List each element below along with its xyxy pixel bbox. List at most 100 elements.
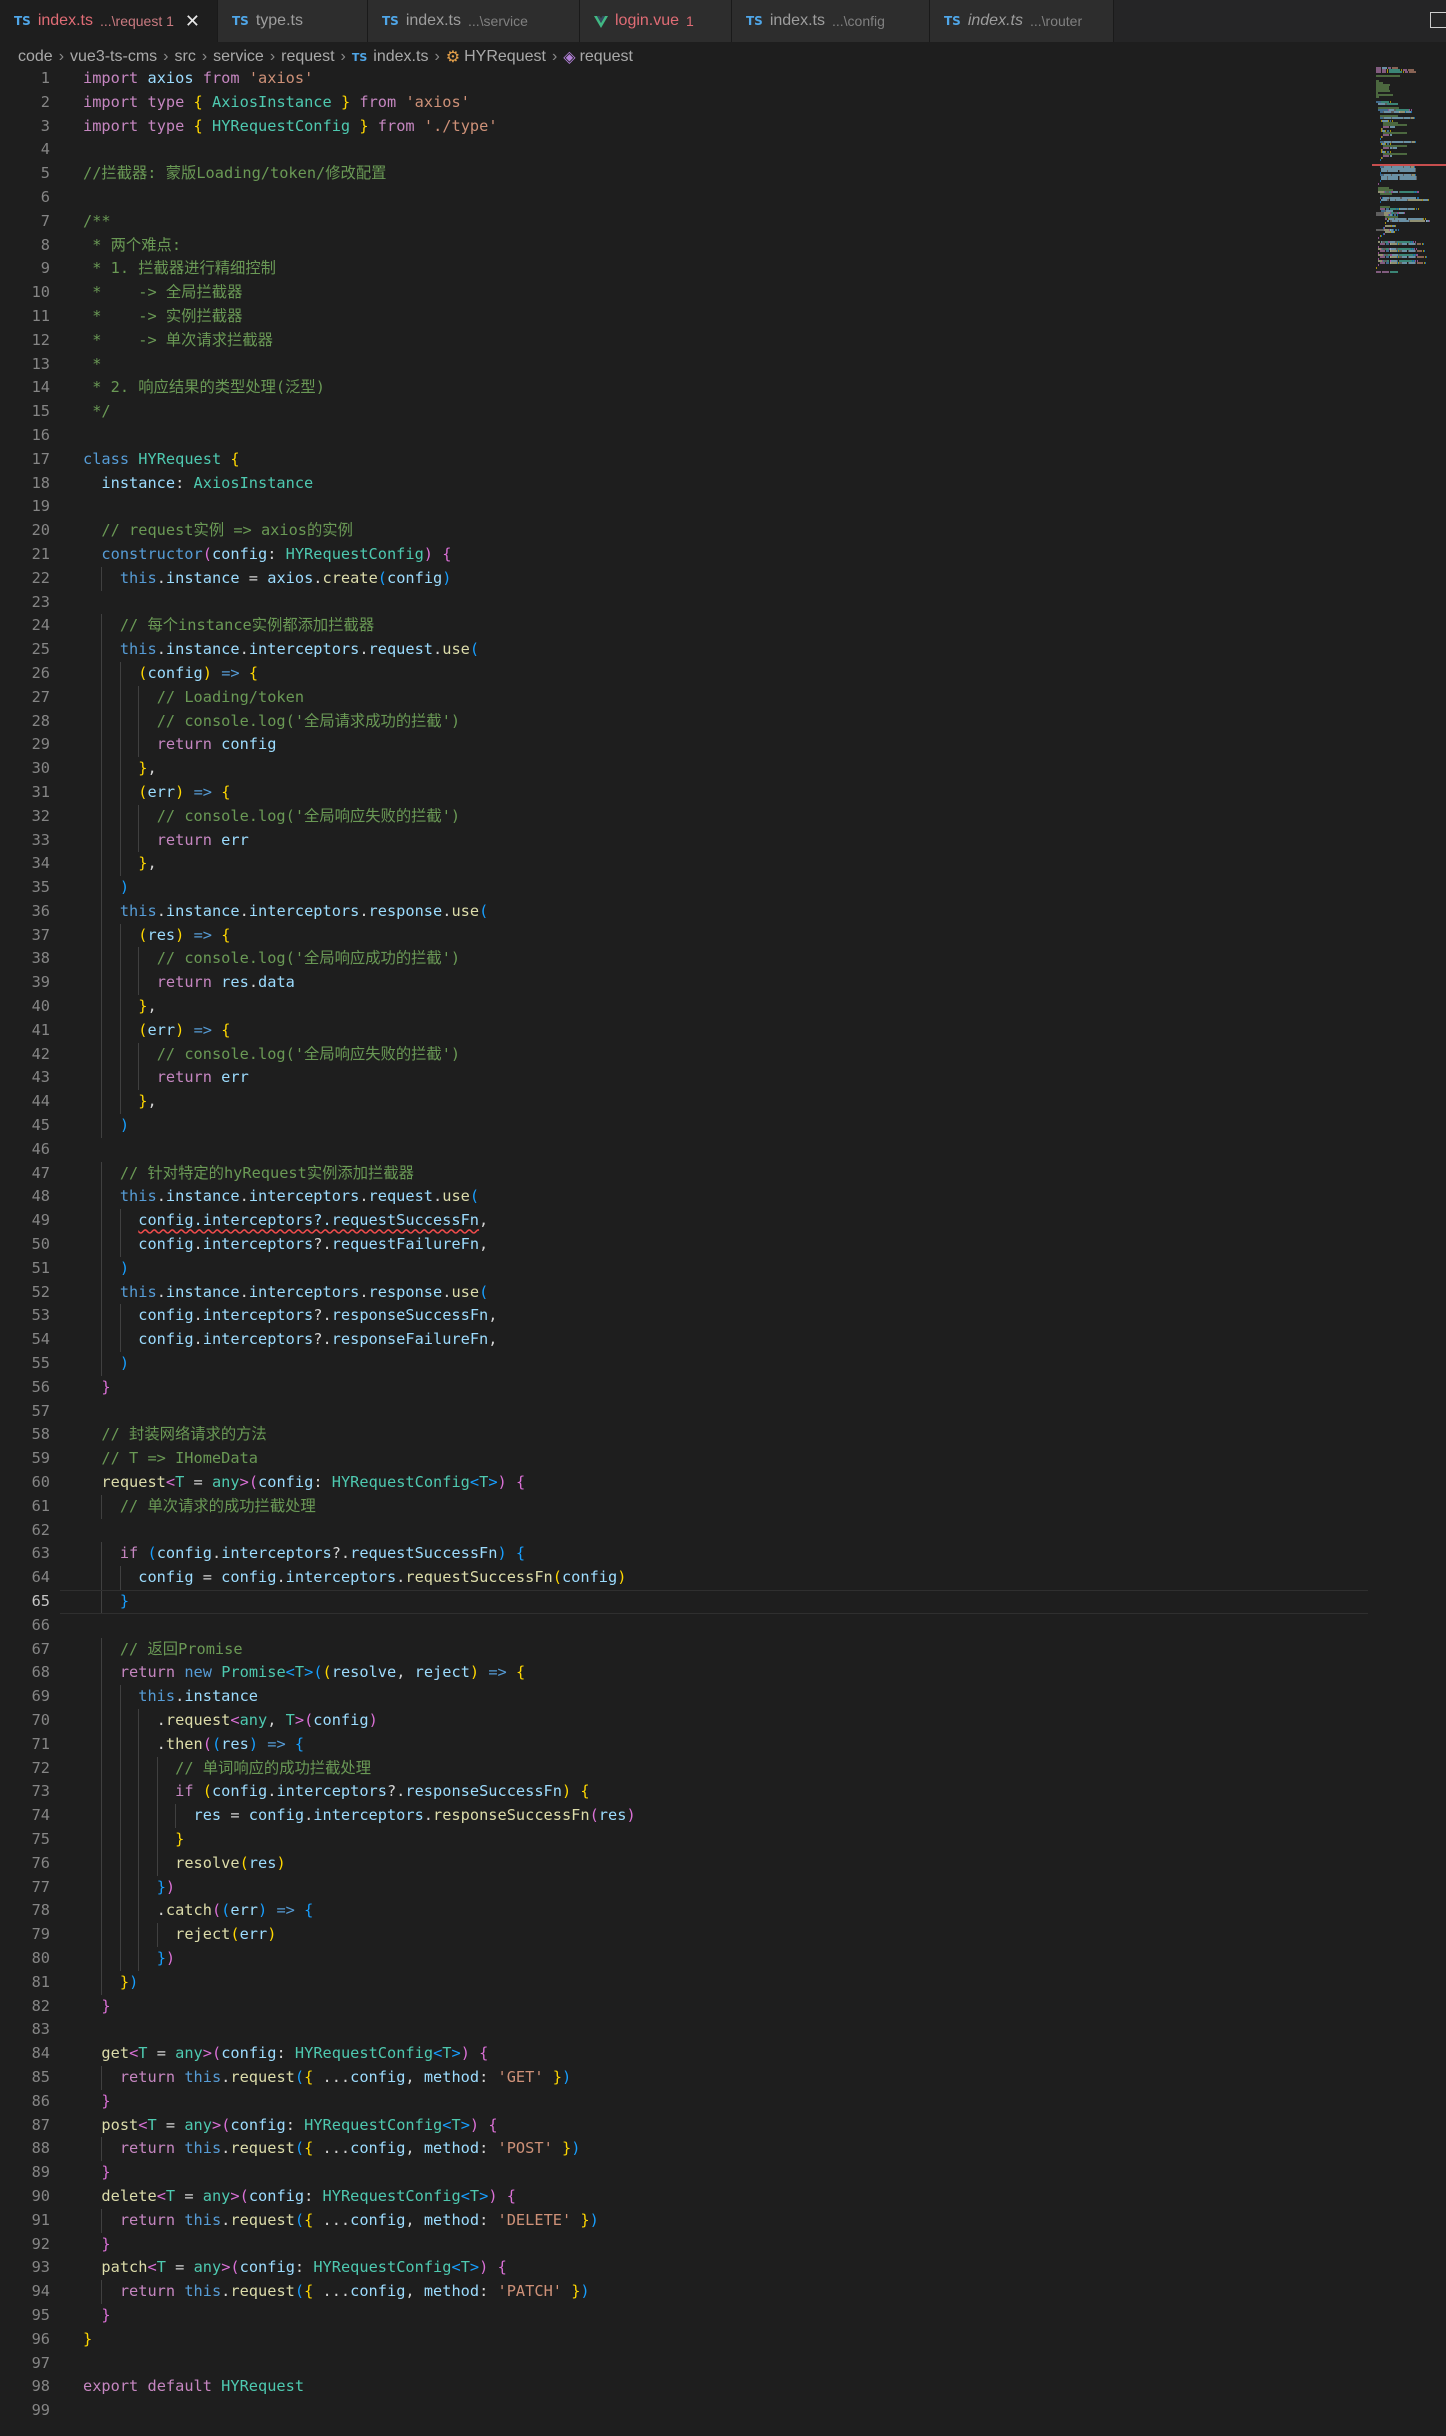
minimap-token [1379, 180, 1381, 183]
breadcrumb-item[interactable]: code [18, 48, 53, 66]
code-text: delete<T = any>(config: HYRequestConfig<… [83, 2185, 516, 2209]
code-token: request [230, 2282, 295, 2301]
code-token: HYRequest [138, 449, 222, 468]
code-token: response [368, 901, 443, 920]
code-token: > [239, 1473, 249, 1492]
chevron-right-icon: › [434, 48, 440, 65]
line-number: 86 [31, 2091, 50, 2110]
code-token: => [193, 782, 212, 801]
breadcrumb-item[interactable]: vue3-ts-cms [70, 48, 157, 66]
code-line: 13 * [0, 353, 1380, 377]
minimap-token [1424, 262, 1426, 265]
minimap-token [1383, 146, 1389, 149]
code-token: ... [313, 2210, 351, 2229]
breadcrumb-item[interactable]: index.ts [373, 48, 428, 66]
tab-5[interactable]: TS index.ts ...\router [930, 0, 1114, 42]
code-token: err [221, 1068, 249, 1087]
code-token: // console.log('全局响应失败的拦截') [156, 806, 461, 825]
code-token: , [267, 1710, 286, 1729]
tab-2[interactable]: TS index.ts ...\service [368, 0, 580, 42]
tab-4[interactable]: TS index.ts ...\config [732, 0, 930, 42]
breadcrumb-item[interactable]: src [174, 48, 195, 66]
code-line: 49 config.interceptors?.requestSuccessFn… [0, 1209, 1380, 1234]
breadcrumb-item[interactable]: service [213, 48, 264, 66]
code-token: ... [313, 2282, 351, 2301]
tab-0[interactable]: TS index.ts ...\request 1 ✕ [0, 0, 218, 42]
code-line: 62 [0, 1519, 1380, 1543]
code-token: config [561, 1568, 618, 1587]
code-token: } [119, 1972, 130, 1991]
code-line: 54 config.interceptors?.responseFailureF… [0, 1328, 1380, 1353]
code-token: // 每个instance实例都添加拦截器 [119, 616, 375, 635]
code-token: = [239, 568, 268, 587]
minimap[interactable] [1376, 67, 1436, 277]
code-token: interceptors [248, 901, 360, 920]
code-token: , [147, 854, 157, 873]
code-token: { [304, 2139, 314, 2158]
code-token: request [368, 640, 434, 659]
code-token: AxiosInstance [211, 92, 332, 111]
line-number: 60 [31, 1473, 50, 1492]
code-token: * -> 单次请求拦截器 [83, 330, 273, 349]
code-line: 4 [0, 138, 1380, 162]
code-token: request [368, 1187, 434, 1206]
code-text: * [83, 353, 101, 377]
code-text: config.interceptors?.requestSuccessFn, [83, 1209, 488, 1233]
code-token: = [193, 1568, 222, 1587]
tab-1[interactable]: TS type.ts [218, 0, 368, 42]
line-number: 31 [31, 782, 50, 801]
code-token: . [175, 1687, 185, 1706]
line-number: 51 [31, 1258, 50, 1277]
code-text: import axios from 'axios' [83, 67, 313, 91]
tab-3[interactable]: login.vue 1 [580, 0, 732, 42]
breadcrumb-item[interactable]: request [281, 48, 334, 66]
breadcrumb-item[interactable]: request [580, 48, 633, 66]
code-token: ) [276, 1853, 286, 1872]
code-token: config [387, 568, 443, 587]
line-number: 77 [31, 1877, 50, 1896]
close-icon[interactable]: ✕ [185, 11, 200, 32]
code-token: this [119, 1282, 157, 1301]
code-editor[interactable]: 1 import axios from 'axios' 2 import type {… [0, 67, 1380, 2423]
line-number: 18 [31, 473, 50, 492]
code-token: use [451, 901, 480, 920]
code-token: res [598, 1806, 627, 1825]
minimap-token [1389, 155, 1393, 158]
line-number: 96 [31, 2329, 50, 2348]
code-token: this [184, 2282, 222, 2301]
minimap-token [1425, 256, 1427, 258]
code-token: ) [165, 1948, 176, 1967]
code-text: ) [83, 1114, 129, 1138]
code-token: : [285, 2115, 305, 2134]
code-token: ?. [331, 1544, 351, 1563]
line-number: 83 [31, 2020, 50, 2039]
code-text: } [83, 1828, 184, 1852]
code-token: ) [442, 568, 452, 587]
code-token: ) [119, 878, 130, 897]
code-token: interceptors [313, 1806, 424, 1825]
line-number: 94 [31, 2282, 50, 2301]
split-editor-icon[interactable] [1430, 12, 1446, 28]
code-text: }, [83, 757, 156, 781]
line-number: 98 [31, 2377, 50, 2396]
code-token: T [175, 1473, 185, 1492]
code-token: default [147, 2377, 212, 2396]
code-text: if (config.interceptors?.requestSuccessF… [83, 1542, 525, 1566]
minimap-token [1394, 228, 1397, 231]
code-token: ?. [313, 1306, 332, 1325]
breadcrumb-item[interactable]: HYRequest [464, 48, 546, 66]
minimap-token [1382, 71, 1386, 74]
code-token: { [221, 1020, 231, 1039]
code-token: T [138, 2044, 148, 2063]
code-line: 99 [0, 2399, 1380, 2423]
